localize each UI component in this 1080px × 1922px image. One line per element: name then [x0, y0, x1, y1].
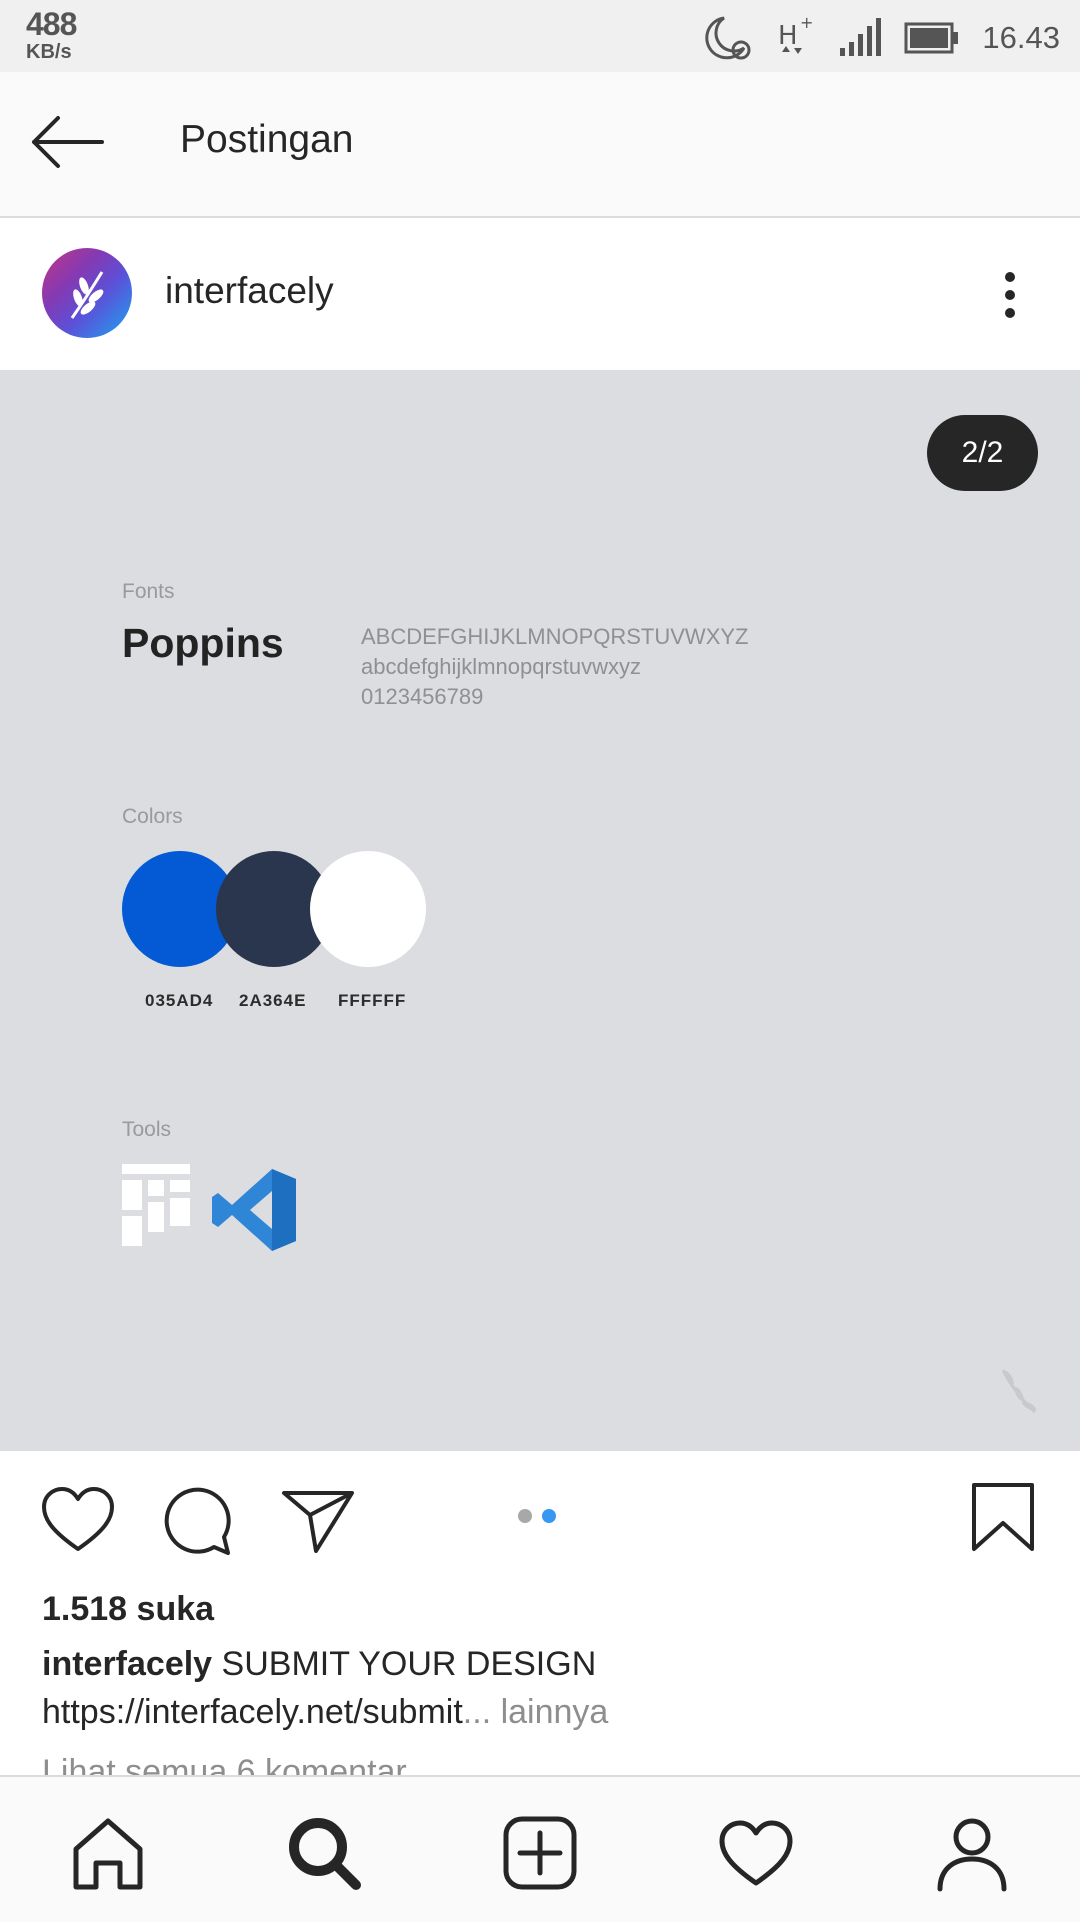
- network-speed-value: 488: [26, 6, 77, 42]
- font-sample: ABCDEFGHIJKLMNOPQRSTUVWXYZ abcdefghijklm…: [361, 622, 748, 712]
- fonts-label: Fonts: [122, 580, 175, 603]
- carousel-indicator: [518, 1509, 566, 1528]
- page-title: Postingan: [180, 118, 354, 161]
- more-vertical-icon[interactable]: [990, 266, 1030, 326]
- color-label-3: FFFFFF: [338, 991, 407, 1010]
- laurel-watermark-icon: [1001, 1369, 1037, 1414]
- color-label-2: 2A364E: [239, 991, 307, 1010]
- caption-username[interactable]: interfacely: [42, 1645, 212, 1683]
- font-sample-digits: 0123456789: [361, 684, 484, 709]
- likes-count[interactable]: 1.518 suka: [42, 1590, 214, 1629]
- font-name: Poppins: [122, 620, 284, 666]
- like-heart-icon[interactable]: [40, 1485, 116, 1555]
- svg-text:+: +: [800, 14, 813, 32]
- activity-heart-icon[interactable]: [716, 1813, 796, 1893]
- post-header: interfacely: [0, 218, 1080, 370]
- caption-link-line: https://interfacely.net/submit... lainny…: [42, 1693, 608, 1732]
- network-speed: 488 KB/s: [26, 6, 77, 63]
- share-send-icon[interactable]: [280, 1485, 356, 1555]
- add-post-icon[interactable]: [500, 1813, 580, 1893]
- more-link[interactable]: ... lainnya: [463, 1693, 609, 1731]
- battery-icon: [904, 22, 959, 54]
- colors-label: Colors: [122, 805, 183, 828]
- image-counter: 2/2: [927, 415, 1038, 491]
- post-username[interactable]: interfacely: [165, 270, 334, 312]
- svg-text:H: H: [778, 21, 798, 51]
- font-sample-lower: abcdefghijklmnopqrstuvwxyz: [361, 654, 642, 679]
- bottom-navigation: [0, 1775, 1080, 1922]
- post-image[interactable]: 2/2 Fonts Poppins ABCDEFGHIJKLMNOPQRSTUV…: [0, 370, 1080, 1451]
- app-header: Postingan: [0, 72, 1080, 218]
- vscode-icon: [212, 1169, 296, 1251]
- carousel-dot-2: [542, 1509, 556, 1523]
- color-swatch-3: [310, 851, 426, 967]
- post-action-bar: [0, 1451, 1080, 1591]
- network-speed-unit: KB/s: [26, 41, 72, 63]
- bookmark-icon[interactable]: [970, 1481, 1036, 1553]
- search-icon[interactable]: [284, 1813, 364, 1893]
- home-icon[interactable]: [68, 1813, 148, 1893]
- caption: interfacely SUBMIT YOUR DESIGN: [42, 1645, 596, 1684]
- caption-link[interactable]: https://interfacely.net/submit: [42, 1693, 463, 1731]
- carousel-dot-1: [518, 1509, 532, 1523]
- comment-icon[interactable]: [162, 1485, 234, 1557]
- signal-icon: [840, 18, 882, 56]
- color-label-1: 035AD4: [145, 991, 214, 1010]
- caption-text: SUBMIT YOUR DESIGN: [221, 1645, 597, 1683]
- network-h-plus-icon: H +: [778, 14, 814, 54]
- tools-label: Tools: [122, 1118, 172, 1141]
- clock: 16.43: [982, 20, 1060, 55]
- font-sample-upper: ABCDEFGHIJKLMNOPQRSTUVWXYZ: [361, 624, 749, 649]
- arrow-left-icon: [32, 116, 104, 168]
- avatar[interactable]: [42, 248, 132, 338]
- grid-tool-icon: [122, 1164, 190, 1246]
- back-button[interactable]: [28, 112, 112, 176]
- laurel-logo-icon: [70, 271, 104, 319]
- profile-icon[interactable]: [932, 1813, 1012, 1893]
- status-bar: 488 KB/s H + 16.43: [0, 0, 1080, 72]
- moon-icon: [705, 16, 751, 60]
